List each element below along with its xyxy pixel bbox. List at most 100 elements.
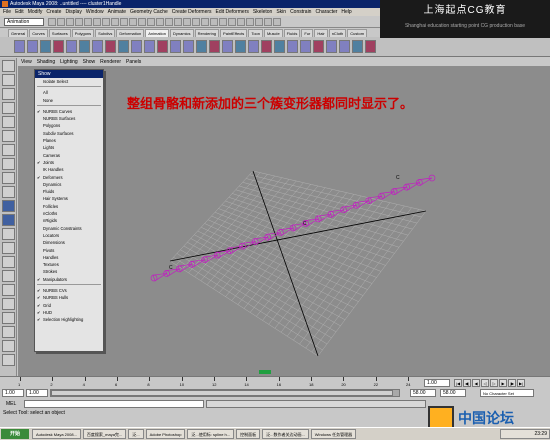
show-menu-item[interactable]: Polygons <box>35 122 103 129</box>
taskbar-button[interactable]: Autodesk Maya 2008... <box>32 429 81 439</box>
show-menu-item[interactable]: All <box>35 89 103 96</box>
shelf-tool-icon[interactable] <box>274 40 285 53</box>
select-by-hierarchy-icon[interactable] <box>75 18 83 26</box>
bone-segment[interactable] <box>405 182 420 191</box>
show-menu-item[interactable]: Textures <box>35 261 103 268</box>
character-set-menu[interactable]: No Character Set <box>480 389 534 397</box>
shelf-tab-hair[interactable]: Hair <box>314 29 328 37</box>
shelf-tab-general[interactable]: General <box>8 29 29 37</box>
mask-curves-icon[interactable] <box>120 18 128 26</box>
show-menu-item[interactable]: Manipulators <box>35 276 103 284</box>
command-input[interactable] <box>24 400 204 408</box>
shelf-tab-polygons[interactable]: Polygons <box>71 29 95 37</box>
shelf-tab-fluids[interactable]: Fluids <box>283 29 301 37</box>
render-icon[interactable] <box>219 18 227 26</box>
layout-icon[interactable] <box>2 312 15 324</box>
shelf-tool-icon[interactable] <box>53 40 64 53</box>
channel-box-icon[interactable] <box>273 18 281 26</box>
bone-segment[interactable] <box>354 200 370 209</box>
ipr-render-icon[interactable] <box>228 18 236 26</box>
shelf-tool-icon[interactable] <box>300 40 311 53</box>
persp-graph-layout-icon[interactable] <box>2 242 15 254</box>
shelf-tool-icon[interactable] <box>66 40 77 53</box>
show-menu-item[interactable]: NURBS Surfaces <box>35 115 103 122</box>
move-tool-icon[interactable] <box>2 102 15 114</box>
shelf-tab-fur[interactable]: Fur <box>301 29 314 37</box>
show-menu-item[interactable]: Follicles <box>35 203 103 210</box>
shelf-tool-icon[interactable] <box>261 40 272 53</box>
step-back-frame-button[interactable]: ◀ <box>472 379 480 387</box>
menu-create-deformers[interactable]: Create Deformers <box>172 8 212 16</box>
shelf-tool-icon[interactable] <box>235 40 246 53</box>
shelf-tool-icon[interactable] <box>365 40 376 53</box>
panel-menu-view[interactable]: View <box>21 58 32 66</box>
play-forward-button[interactable]: ▷ <box>490 379 498 387</box>
start-button[interactable]: 开始 <box>1 429 29 439</box>
menu-geometry-cache[interactable]: Geometry Cache <box>130 8 168 16</box>
menu-skeleton[interactable]: Skeleton <box>253 8 272 16</box>
shelf-tool-icon[interactable] <box>248 40 259 53</box>
bone-segment[interactable] <box>367 195 382 205</box>
hypershade-icon[interactable] <box>246 18 254 26</box>
show-menu-item[interactable]: Hair Systems <box>35 195 103 202</box>
menu-display[interactable]: Display <box>65 8 81 16</box>
taskbar-button[interactable]: 泛...使用标: spline h... <box>187 429 235 439</box>
custom-layout-icon[interactable] <box>2 298 15 310</box>
shelf-tab-rendering[interactable]: Rendering <box>194 29 220 37</box>
go-to-start-button[interactable]: |◀ <box>454 379 462 387</box>
show-menu-item[interactable]: HUD <box>35 309 103 317</box>
show-menu-item[interactable]: Strokes <box>35 268 103 275</box>
show-menu-item[interactable]: Deformers <box>35 174 103 182</box>
open-scene-icon[interactable] <box>57 18 65 26</box>
shelf-tab-dynamics[interactable]: Dynamics <box>170 29 194 37</box>
mask-rendering-icon[interactable] <box>156 18 164 26</box>
shelf-tab-surfaces[interactable]: Surfaces <box>48 29 71 37</box>
shelf-tool-icon[interactable] <box>339 40 350 53</box>
mask-joints-icon[interactable] <box>111 18 119 26</box>
shelf-tool-icon[interactable] <box>144 40 155 53</box>
cluster-handle-label-3[interactable]: C <box>396 175 400 181</box>
mask-handles-icon[interactable] <box>102 18 110 26</box>
show-menu-item[interactable]: Joints <box>35 159 103 167</box>
show-menu-item[interactable]: Dynamics <box>35 181 103 188</box>
shelf-tool-icon[interactable] <box>40 40 51 53</box>
bone-segment[interactable] <box>379 191 395 200</box>
time-slider[interactable]: 1 2 4 6 8 10 12 14 16 18 20 22 24 1.00 |◀ ◀| ◀ ◁ ▷ ▶… <box>0 376 550 388</box>
lasso-tool-icon[interactable] <box>2 74 15 86</box>
history-icon[interactable] <box>210 18 218 26</box>
cluster-handle-label-2[interactable]: C <box>303 221 307 227</box>
step-back-key-button[interactable]: ◀| <box>463 379 471 387</box>
taskbar-button[interactable]: 控制面板 <box>236 429 261 439</box>
shelf-tool-icon[interactable] <box>183 40 194 53</box>
shelf-tool-icon[interactable] <box>352 40 363 53</box>
mel-label[interactable]: MEL <box>6 401 16 407</box>
shelf-tool-icon[interactable] <box>157 40 168 53</box>
range-bar[interactable] <box>50 389 400 397</box>
shelf-tab-curves[interactable]: Curves <box>29 29 48 37</box>
bone-segment[interactable] <box>417 177 433 186</box>
menu-constrain[interactable]: Constrain <box>290 8 311 16</box>
show-menu-item[interactable]: Selection Highlighting <box>35 316 103 324</box>
menu-create[interactable]: Create <box>46 8 61 16</box>
taskbar-button[interactable]: Windows 任务管理器 <box>310 429 357 439</box>
show-menu-item[interactable]: Locators <box>35 232 103 239</box>
menu-modify[interactable]: Modify <box>28 8 43 16</box>
panel-menu-shading[interactable]: Shading <box>37 58 55 66</box>
soft-mod-tool-icon[interactable] <box>2 158 15 170</box>
shelf-tab-ncloth[interactable]: nCloth <box>328 29 347 37</box>
shelf-tab-toon[interactable]: Toon <box>248 29 263 37</box>
shelf-tool-icon[interactable] <box>118 40 129 53</box>
go-to-end-button[interactable]: ▶| <box>517 379 525 387</box>
tool-settings-icon[interactable] <box>264 18 272 26</box>
mask-misc-icon[interactable] <box>165 18 173 26</box>
panel-menu-renderer[interactable]: Renderer <box>100 58 121 66</box>
scale-tool-icon[interactable] <box>2 130 15 142</box>
menu-character[interactable]: Character <box>315 8 337 16</box>
four-view-layout-icon[interactable] <box>2 214 15 226</box>
show-menu-item[interactable]: NURBS CVs <box>35 287 103 295</box>
shelf-tool-icon[interactable] <box>209 40 220 53</box>
bone-segment[interactable] <box>392 186 407 195</box>
shelf-tool-icon[interactable] <box>14 40 25 53</box>
show-menu-item[interactable]: Grid <box>35 302 103 310</box>
shelf-tool-icon[interactable] <box>79 40 90 53</box>
